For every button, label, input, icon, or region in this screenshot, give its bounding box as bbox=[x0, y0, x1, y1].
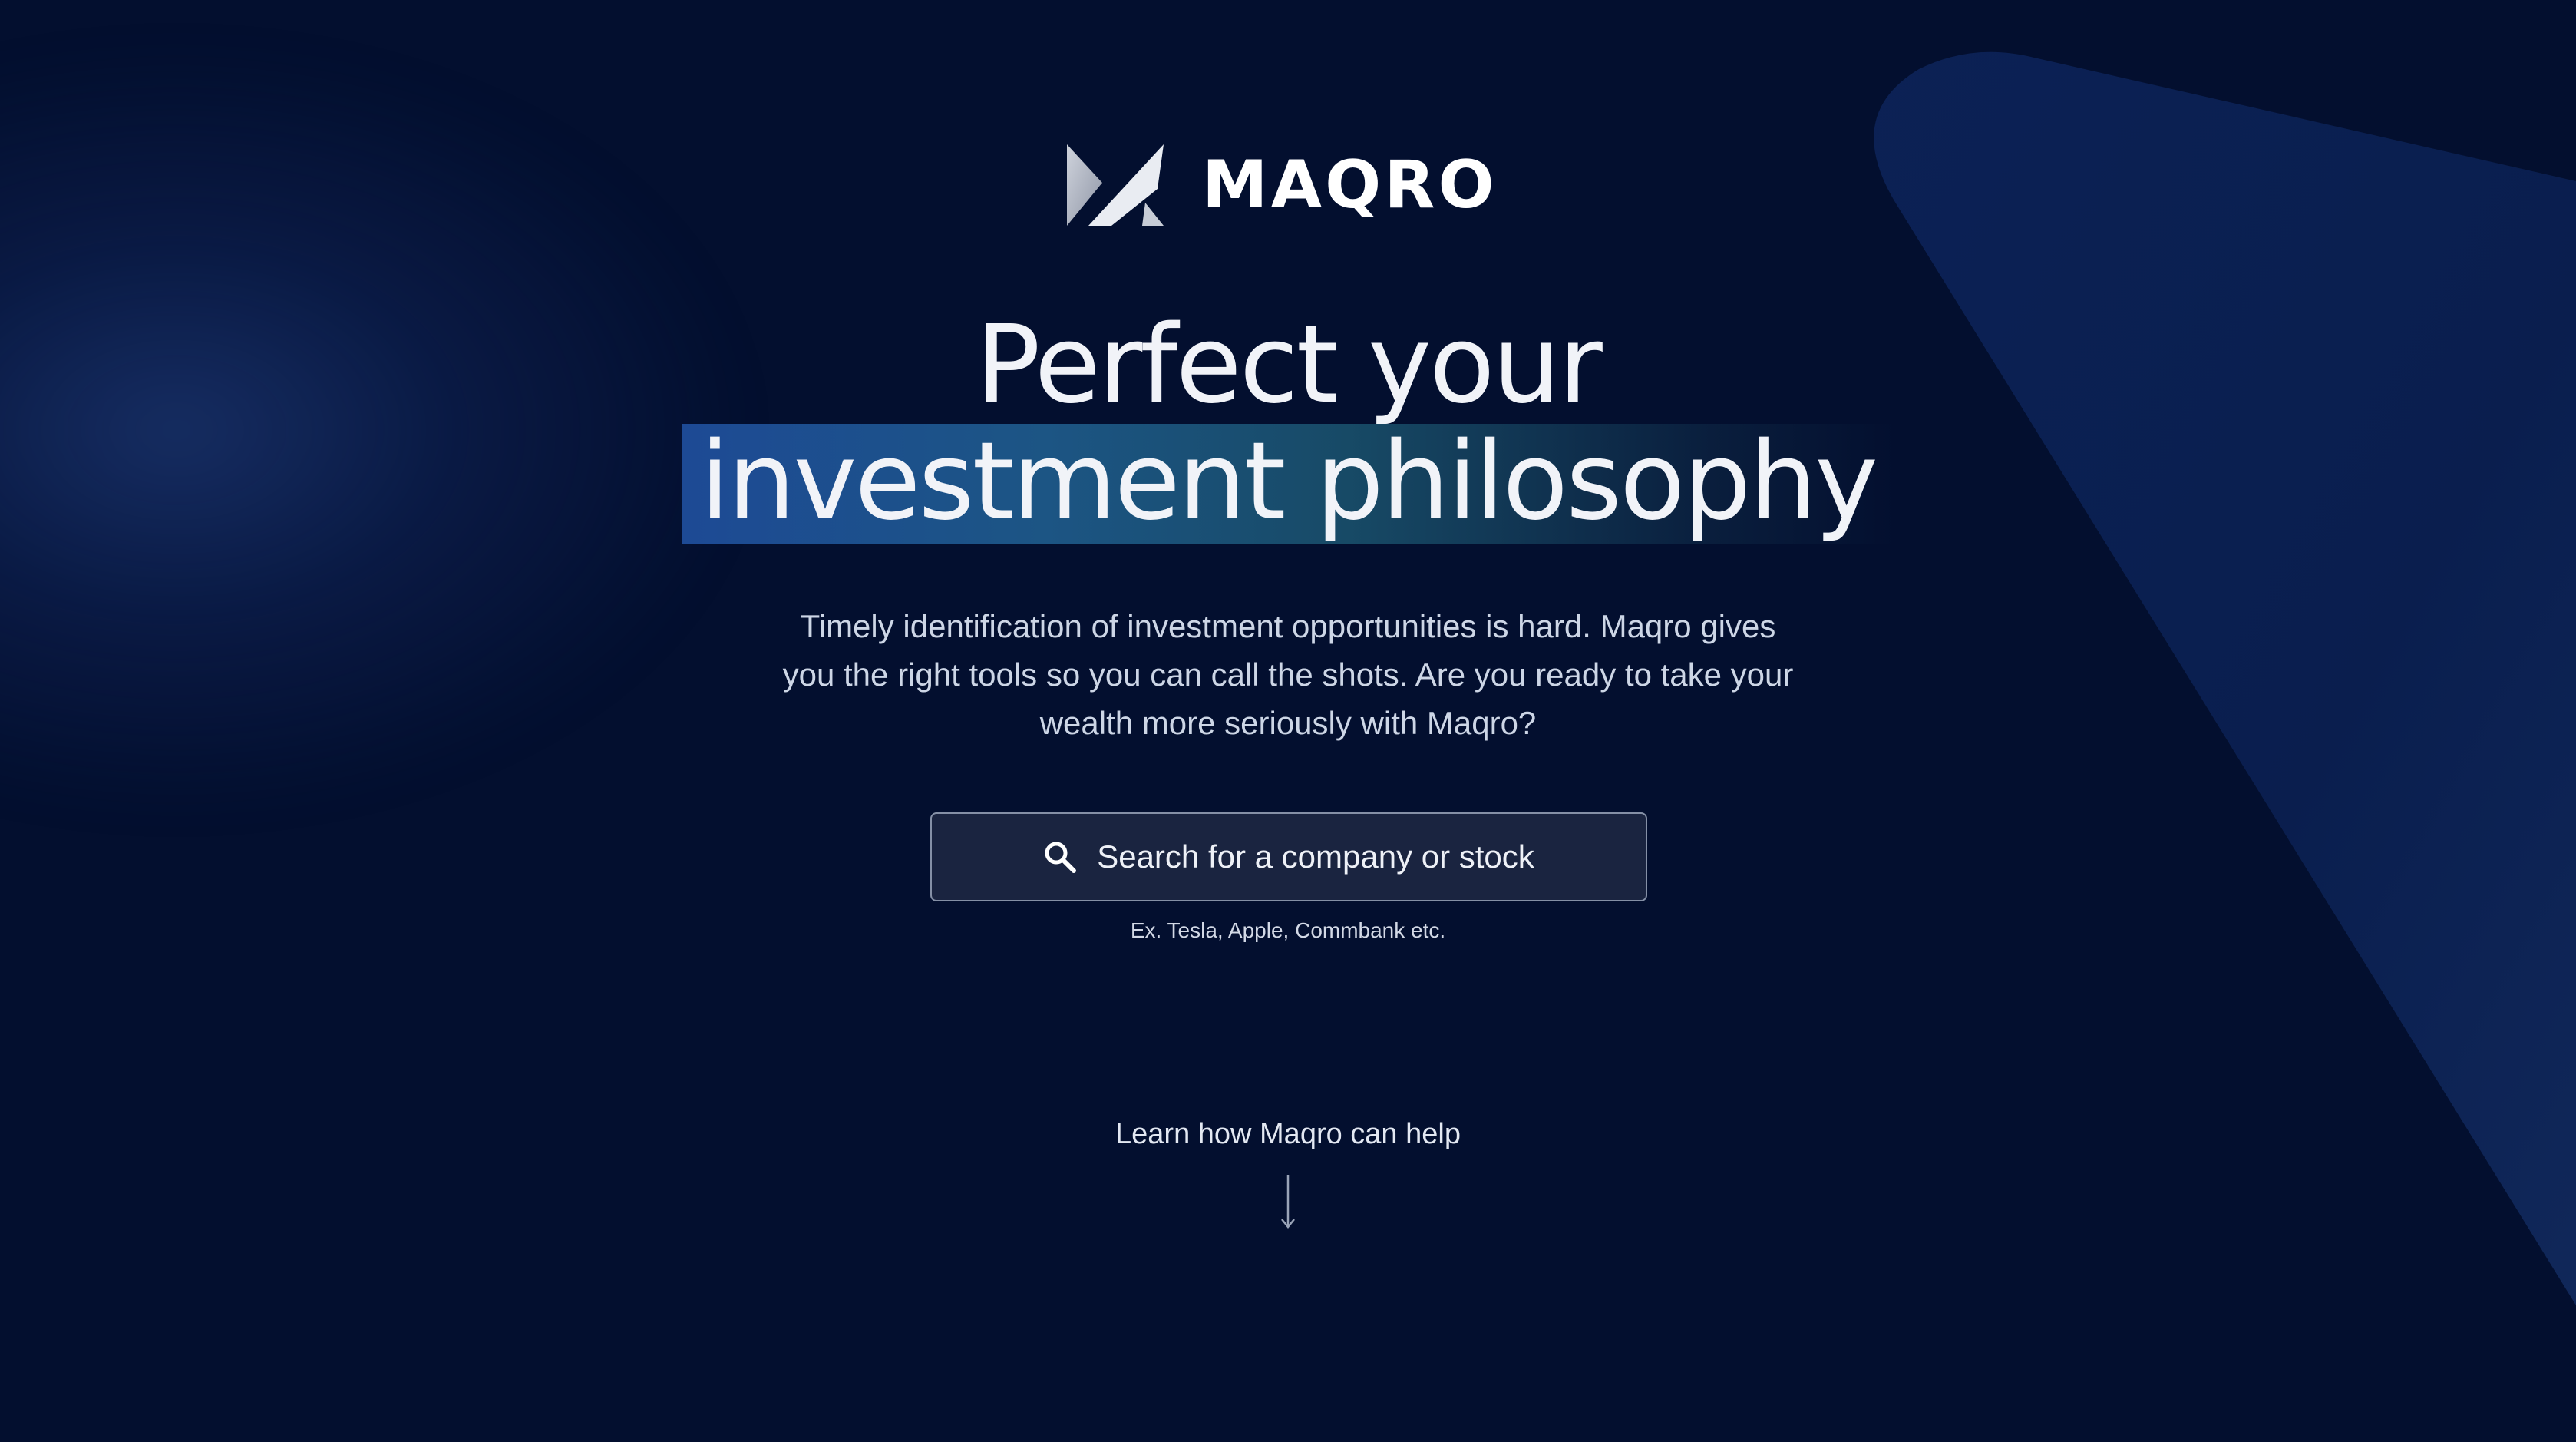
headline-highlight: investment philosophy bbox=[681, 424, 1895, 544]
hero-subtitle: Timely identification of investment oppo… bbox=[751, 602, 1825, 747]
search-icon bbox=[1045, 842, 1077, 873]
brand-name: MAQRO bbox=[1202, 147, 1498, 223]
maqro-logo-icon bbox=[1067, 144, 1164, 226]
hero-headline: Perfect your investment philosophy bbox=[0, 307, 2576, 547]
arrow-down-icon[interactable] bbox=[1277, 1175, 1299, 1230]
landing-page: MAQRO Perfect your investment philosophy… bbox=[0, 0, 2576, 1442]
subtitle-line-3: wealth more seriously with Maqro? bbox=[1039, 705, 1537, 741]
headline-line-2-wrap: investment philosophy bbox=[0, 424, 2576, 547]
brand-logo[interactable]: MAQRO bbox=[1065, 143, 1498, 227]
subtitle-line-1: Timely identification of investment oppo… bbox=[800, 608, 1776, 644]
learn-more-link[interactable]: Learn how Maqro can help bbox=[0, 1118, 2576, 1151]
search-hint: Ex. Tesla, Apple, Commbank etc. bbox=[1130, 918, 1446, 942]
subtitle-line-2: you the right tools so you can call the … bbox=[782, 657, 1794, 693]
search-input[interactable]: Search for a company or stock bbox=[930, 812, 1647, 901]
headline-line-1: Perfect your bbox=[976, 303, 1603, 428]
search-placeholder: Search for a company or stock bbox=[1097, 838, 1534, 875]
